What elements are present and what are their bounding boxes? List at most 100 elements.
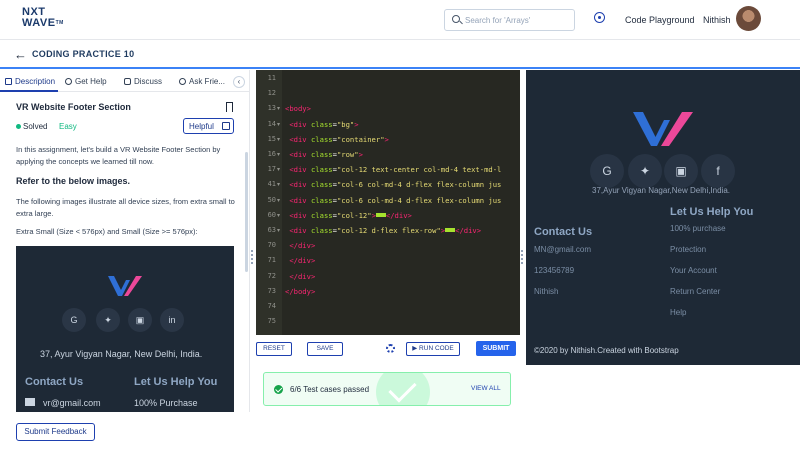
line-number: 50 — [267, 195, 276, 204]
helpful-button[interactable]: Helpful — [183, 118, 234, 134]
line-number: 70 — [267, 241, 276, 250]
check-circle-icon — [274, 385, 283, 394]
bookmark-icon[interactable] — [226, 102, 233, 112]
preview-help-item: Protection — [670, 245, 707, 254]
view-all-link[interactable]: VIEW ALL — [471, 385, 501, 392]
code-line[interactable]: <div class="col-6 col-md-4 d-flex flex-c… — [285, 180, 501, 189]
vr-logo-icon — [108, 276, 142, 296]
preview-help-item: Your Account — [670, 266, 717, 275]
logo-tm: TM — [55, 20, 64, 26]
fold-toggle-icon[interactable]: ▾ — [277, 227, 280, 234]
code-editor[interactable]: 11 12 13 ▾ <body> 14 ▾ <div class="bg"> 15 ▾ <di… — [256, 70, 520, 335]
preview-contact-heading: Contact Us — [534, 226, 593, 238]
logo-text-bottom: WAVE — [22, 17, 56, 29]
refer-heading: Refer to the below images. — [16, 176, 131, 186]
fold-toggle-icon[interactable]: ▾ — [277, 121, 280, 128]
back-arrow-icon[interactable]: ← — [14, 48, 27, 61]
panel-tabs: Description Get Help Discuss Ask Frie...… — [0, 70, 249, 92]
fold-toggle-icon[interactable]: ▾ — [277, 197, 280, 204]
code-line[interactable]: <div class="bg"> — [285, 120, 358, 129]
nxtwave-logo[interactable]: NXT WAVETM — [22, 7, 66, 31]
code-line[interactable]: <div class="row"> — [285, 150, 363, 159]
solved-status-dot — [16, 124, 21, 129]
tab-get-help[interactable]: Get Help — [65, 77, 107, 86]
timer-icon[interactable] — [594, 12, 605, 23]
file-icon — [5, 78, 12, 85]
save-button[interactable]: SAVE — [307, 342, 343, 356]
fold-toggle-icon[interactable]: ▾ — [277, 136, 280, 143]
line-number: 75 — [267, 317, 276, 326]
active-tab-indicator — [0, 90, 58, 92]
instagram-icon: ▣ — [128, 308, 152, 332]
submit-button[interactable]: SUBMIT — [476, 341, 516, 356]
line-number: 16 — [267, 150, 276, 158]
line-number: 41 — [267, 180, 276, 189]
code-line[interactable]: <div class="container"> — [285, 135, 389, 144]
line-number: 74 — [267, 302, 276, 310]
settings-gear-icon[interactable] — [386, 344, 395, 353]
fold-toggle-icon[interactable]: ▾ — [277, 166, 280, 173]
code-line[interactable]: <div class="col-12 text-center col-md-4 … — [285, 165, 501, 174]
left-resize-handle[interactable] — [251, 250, 253, 264]
preview-copyright: ©2020 by Nithish.Created with Bootstrap — [534, 346, 679, 355]
preview-address: 37,Ayur Vigyan Nagar,New Delhi,India. — [592, 186, 731, 195]
sample-purchase: 100% Purchase — [134, 398, 198, 408]
preview-contact-phone: 123456789 — [534, 266, 575, 275]
google-icon: G — [590, 154, 624, 188]
fold-toggle-icon[interactable]: ▾ — [277, 181, 280, 188]
test-cases-text: 6/6 Test cases passed — [290, 385, 370, 394]
tab-ask-friend[interactable]: Ask Frie... — [179, 77, 225, 86]
preview-contact-name: Nithish — [534, 287, 559, 296]
reset-button[interactable]: RESET — [256, 342, 292, 356]
line-number: 11 — [267, 74, 276, 82]
test-results-banner: 6/6 Test cases passed VIEW ALL — [263, 372, 511, 406]
thumbs-up-icon — [222, 122, 230, 130]
line-number: 72 — [267, 271, 276, 280]
fold-toggle-icon[interactable]: ▾ — [277, 105, 280, 112]
avatar[interactable] — [736, 6, 761, 31]
fold-toggle-icon[interactable]: ▾ — [277, 212, 280, 219]
sizes-text: Extra Small (Size < 576px) and Small (Si… — [16, 227, 198, 236]
code-line[interactable]: </body> — [285, 287, 315, 296]
fold-toggle-icon[interactable]: ▾ — [277, 151, 280, 158]
run-code-button[interactable]: ▶ RUN CODE — [406, 342, 460, 356]
practice-header: ← CODING PRACTICE 10 — [0, 41, 800, 69]
tab-label: Get Help — [75, 77, 107, 86]
code-line[interactable]: </div> — [285, 256, 315, 265]
twitter-icon: ✦ — [96, 308, 120, 332]
preview-contact-email: MN@gmail.com — [534, 245, 592, 254]
status-badge: Solved — [23, 122, 48, 131]
submit-feedback-button[interactable]: Submit Feedback — [16, 423, 95, 441]
code-line[interactable]: <div class="col-6 col-md-4 d-flex flex-c… — [285, 196, 501, 205]
tab-description[interactable]: Description — [5, 77, 55, 86]
scrollbar[interactable] — [245, 152, 248, 272]
code-line[interactable]: <div class="col-12 d-flex flex-row"> </di… — [285, 226, 481, 235]
page-title: CODING PRACTICE 10 — [32, 49, 135, 59]
search-icon — [452, 15, 460, 23]
code-line[interactable]: </div> — [285, 272, 315, 281]
username[interactable]: Nithish — [703, 15, 731, 25]
sample-address: 37, Ayur Vigyan Nagar, New Delhi, India. — [40, 349, 203, 359]
code-line[interactable]: <body> — [285, 104, 311, 113]
facebook-icon: f — [701, 154, 735, 188]
code-line[interactable]: </div> — [285, 241, 315, 250]
right-resize-handle[interactable] — [521, 250, 523, 264]
output-preview: G ✦ ▣ f 37,Ayur Vigyan Nagar,New Delhi,I… — [526, 70, 800, 365]
search-placeholder: Search for 'Arrays' — [465, 16, 531, 25]
sample-output-image: G ✦ ▣ in 37, Ayur Vigyan Nagar, New Delh… — [16, 246, 234, 412]
code-playground-link[interactable]: Code Playground — [625, 15, 695, 25]
tab-discuss[interactable]: Discuss — [124, 77, 162, 86]
tab-label: Discuss — [134, 77, 163, 86]
description-panel: Description Get Help Discuss Ask Frie...… — [0, 70, 250, 412]
search-input[interactable]: Search for 'Arrays' — [444, 9, 575, 31]
linkedin-icon: in — [160, 308, 184, 332]
instagram-icon: ▣ — [664, 154, 698, 188]
preview-help-item: 100% purchase — [670, 224, 726, 233]
sample-help-heading: Let Us Help You — [134, 376, 218, 388]
sample-email: vr@gmail.com — [43, 398, 101, 408]
people-icon — [179, 78, 186, 85]
collapse-panel-icon[interactable]: ‹ — [233, 76, 245, 88]
line-number: 15 — [267, 134, 276, 143]
top-navbar: NXT WAVETM Search for 'Arrays' Code Play… — [0, 0, 800, 40]
code-line[interactable]: <div class="col-12"> </div> — [285, 211, 412, 220]
